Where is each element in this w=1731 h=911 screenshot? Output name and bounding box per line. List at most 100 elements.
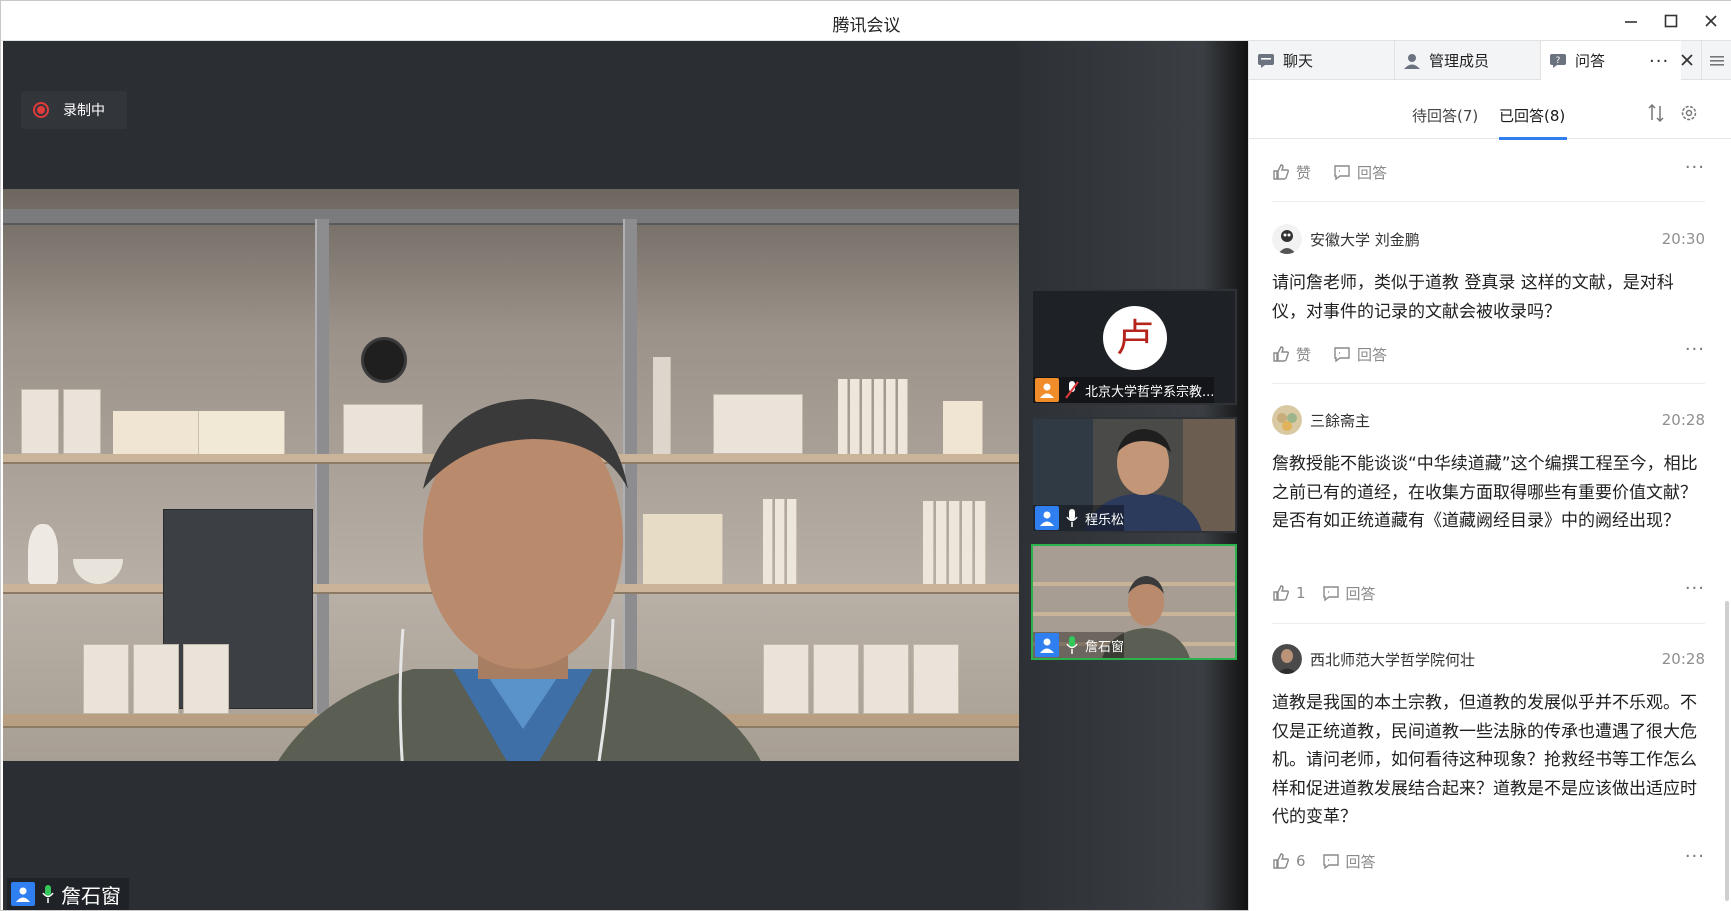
thumbs-up-icon [1273, 164, 1290, 180]
sort-icon [1648, 103, 1664, 123]
close-panel-button[interactable] [1680, 52, 1694, 71]
maximize-icon [1664, 14, 1678, 28]
more-dots-icon: ··· [1684, 578, 1705, 599]
recording-badge[interactable]: 录制中 [21, 91, 127, 129]
speaker-video-frame [3, 189, 1019, 761]
qa-question-text: 詹教授能不能谈谈“中华续道藏”这个编撰工程至今，相比之前已有的道经，在收集方面取… [1272, 454, 1698, 531]
more-dots-icon: ··· [1684, 339, 1705, 360]
more-tabs-button[interactable]: ··· [1649, 51, 1669, 72]
participant-thumb[interactable]: 程乐松 [1031, 417, 1237, 533]
subtab-answered[interactable]: 已回答(8) [1499, 105, 1565, 126]
reply-button[interactable]: 回答 [1322, 583, 1376, 604]
comment-icon [1322, 586, 1339, 602]
qa-author: 西北师范大学哲学院何壮 [1272, 644, 1475, 674]
qa-author-name: 西北师范大学哲学院何壮 [1310, 650, 1476, 669]
participant-name: 北京大学哲学系宗教... [1085, 384, 1215, 400]
thumbs-up-icon [1273, 346, 1290, 362]
qa-question-text: 道教是我国的本土宗教，但道教的发展似乎并不乐观。不仅是正统道教，民间道教一些法脉… [1272, 693, 1697, 827]
chat-bubble-icon [1257, 53, 1275, 69]
qa-time: 20:30 [1661, 230, 1705, 248]
microphone-muted-icon [1063, 379, 1081, 401]
like-button[interactable]: 1 [1272, 584, 1306, 602]
avatar [1272, 405, 1302, 435]
qa-time: 20:28 [1661, 650, 1705, 668]
qa-scrollbar[interactable] [1725, 601, 1729, 901]
qa-author: 安徽大学 刘金鹏 [1272, 224, 1420, 254]
reply-button[interactable]: 回答 [1333, 344, 1387, 365]
main-video[interactable]: 录制中 詹石窗 [3, 41, 1019, 910]
gear-icon [1681, 105, 1697, 121]
svg-text:卢: 卢 [1116, 316, 1154, 360]
close-icon [1681, 54, 1693, 66]
more-dots-icon: ··· [1649, 51, 1670, 72]
microphone-icon [1063, 507, 1081, 529]
user-icon [1035, 378, 1059, 402]
minimize-icon [1625, 21, 1637, 23]
person-icon [1403, 53, 1421, 69]
like-button[interactable]: 赞 [1272, 162, 1311, 183]
speaker-name: 詹石窗 [61, 883, 121, 908]
participant-thumb[interactable]: 卢 北京大学哲学系宗教... [1031, 289, 1237, 405]
thumbs-up-icon [1273, 585, 1290, 601]
tab-members[interactable]: 管理成员 [1395, 41, 1541, 80]
qa-actions: 赞 回答 [1272, 343, 1409, 365]
more-button[interactable]: ··· [1685, 846, 1705, 867]
participant-name: 程乐松 [1085, 512, 1125, 528]
panel-tabbar: 聊天 管理成员 ? 问答 ··· [1249, 41, 1731, 80]
qa-author-name: 安徽大学 刘金鹏 [1310, 230, 1420, 249]
qa-list: 赞 回答 ··· 安徽大学 刘金鹏 20:30 请问詹老师，类似于道教 登真录 … [1248, 139, 1731, 911]
user-icon [1035, 506, 1059, 530]
qa-time: 20:28 [1661, 411, 1705, 429]
tab-qa-label: 问答 [1575, 52, 1606, 70]
panel-menu-button[interactable] [1701, 41, 1731, 80]
speaker-person [278, 399, 761, 761]
maximize-button[interactable] [1657, 7, 1685, 35]
more-button[interactable]: ··· [1685, 339, 1705, 360]
avatar [1272, 224, 1302, 254]
comment-icon [1334, 347, 1350, 363]
close-button[interactable] [1697, 7, 1725, 35]
avatar [1272, 644, 1302, 674]
thumbs-up-icon [1273, 853, 1290, 869]
user-icon [1035, 633, 1059, 657]
vase [28, 524, 58, 584]
reply-button[interactable]: 回答 [1333, 162, 1387, 183]
qa-author-name: 三餘斋主 [1310, 411, 1371, 430]
settings-button[interactable] [1679, 103, 1699, 127]
qa-question-text: 请问詹老师，类似于道教 登真录 这样的文献，是对科仪，对事件的记录的文献会被收录… [1272, 273, 1674, 322]
qa-actions: 赞 回答 [1272, 161, 1409, 183]
more-dots-icon: ··· [1684, 157, 1705, 178]
svg-text:?: ? [1556, 56, 1561, 66]
qa-actions: 1 回答 [1272, 582, 1398, 604]
tab-chat[interactable]: 聊天 [1249, 41, 1395, 80]
microphone-icon [39, 883, 57, 905]
microphone-icon [1063, 634, 1081, 656]
comment-icon [1334, 165, 1350, 181]
comment-icon [1322, 854, 1339, 870]
minimize-button[interactable] [1617, 7, 1645, 35]
reply-button[interactable]: 回答 [1322, 851, 1376, 872]
more-button[interactable]: ··· [1685, 157, 1705, 178]
subtab-pending[interactable]: 待回答(7) [1412, 105, 1478, 126]
user-icon [11, 882, 35, 906]
title-bar: 腾讯会议 [1, 1, 1731, 41]
qa-icon: ? [1549, 53, 1567, 69]
more-button[interactable]: ··· [1685, 578, 1705, 599]
close-icon [1705, 15, 1717, 27]
app-window: 腾讯会议 录制中 詹石窗 卢 北京大学哲学系宗教... 程乐松 詹石窗 聊天 管… [0, 0, 1731, 911]
window-title: 腾讯会议 [832, 16, 901, 36]
more-dots-icon: ··· [1684, 846, 1705, 867]
like-button[interactable]: 6 [1272, 852, 1306, 870]
tab-members-label: 管理成员 [1429, 52, 1490, 70]
recording-label: 录制中 [63, 103, 105, 119]
participant-thumb-active[interactable]: 詹石窗 [1031, 544, 1237, 660]
speaker-name-tag: 詹石窗 [7, 878, 129, 910]
sort-button[interactable] [1646, 103, 1666, 127]
qa-author: 三餘斋主 [1272, 405, 1370, 435]
university-logo: 卢 [1103, 306, 1167, 370]
menu-icon [1710, 55, 1724, 66]
participant-name: 詹石窗 [1085, 639, 1125, 655]
tab-chat-label: 聊天 [1283, 52, 1314, 70]
like-button[interactable]: 赞 [1272, 344, 1311, 365]
record-icon [33, 102, 49, 118]
